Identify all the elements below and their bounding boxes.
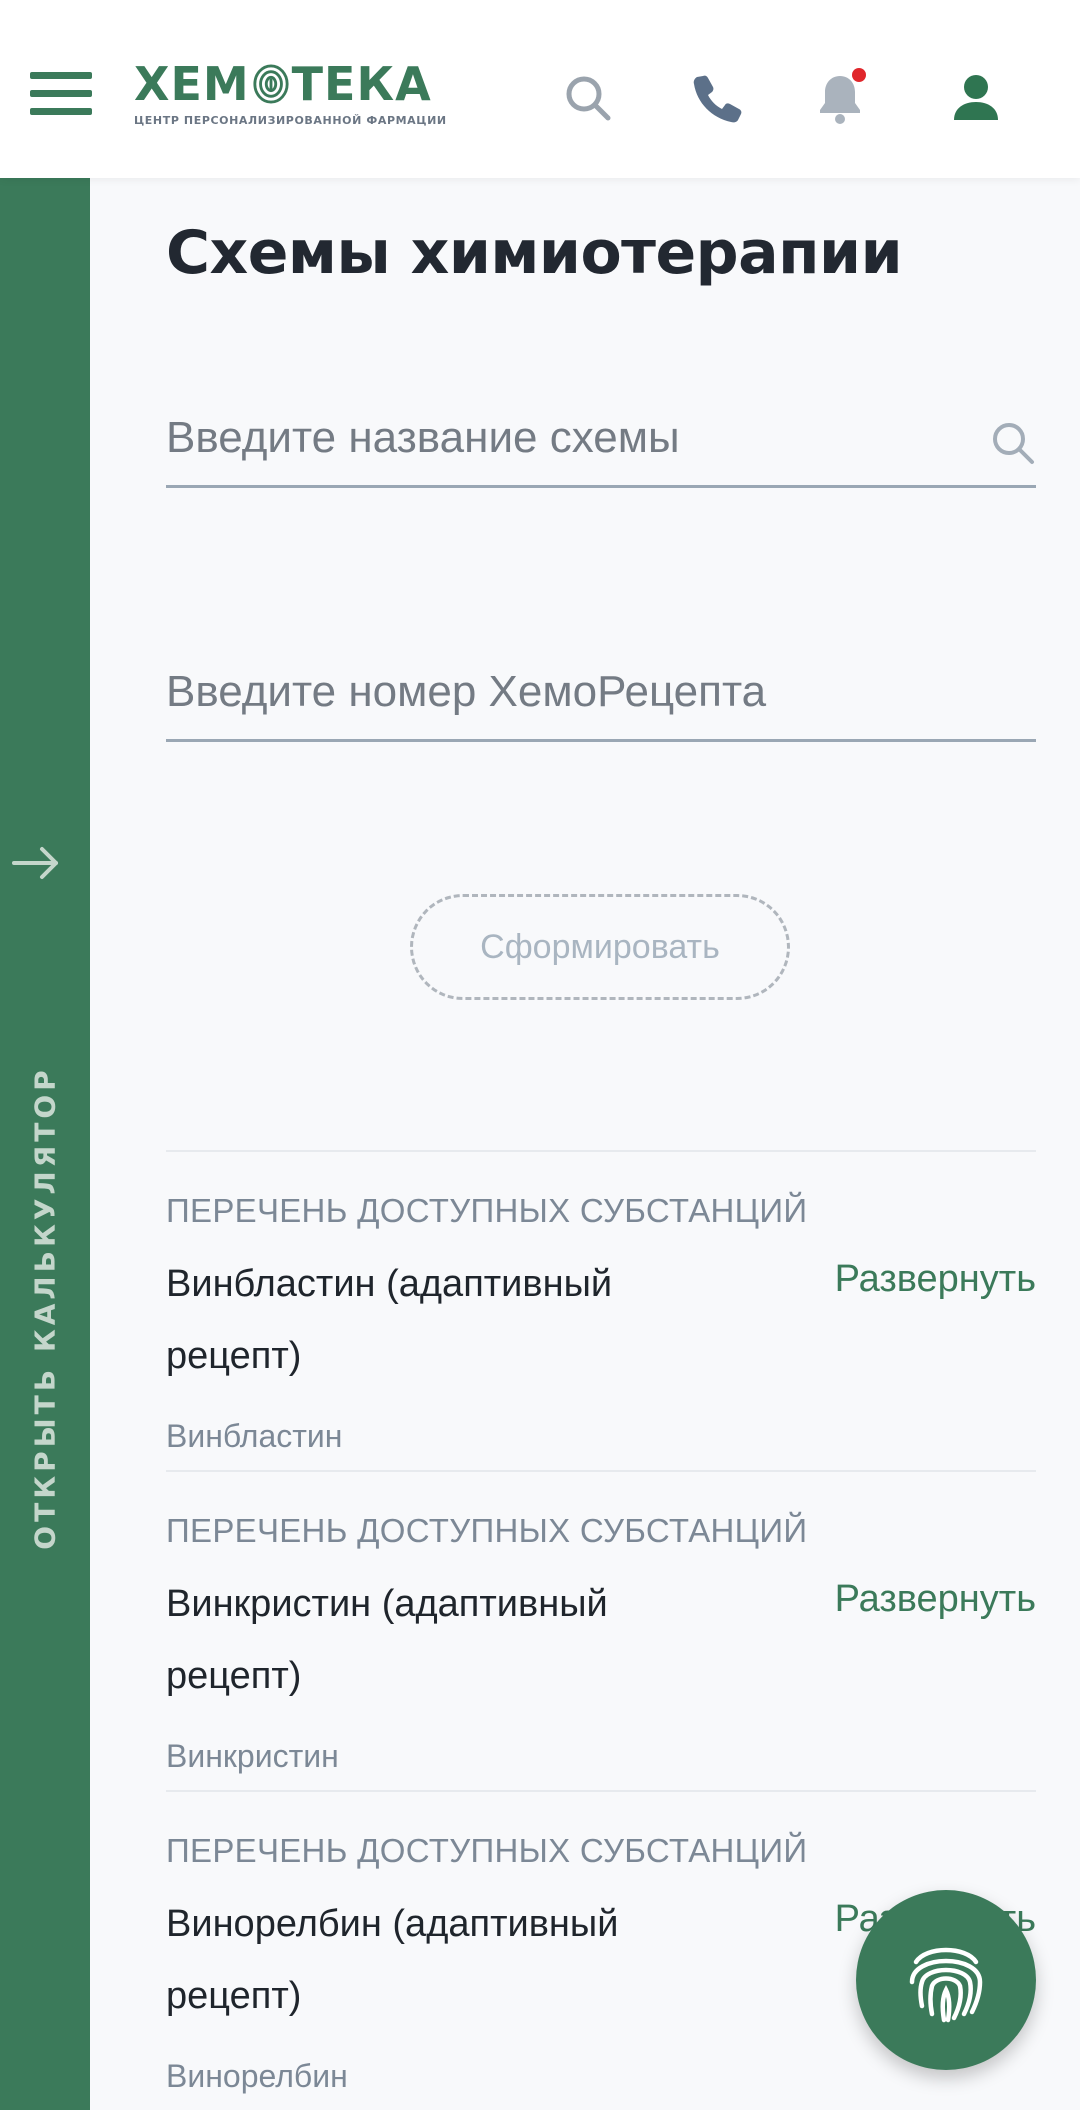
bell-icon[interactable] xyxy=(812,68,868,126)
notification-dot xyxy=(852,68,866,82)
open-calculator-label: ОТКРЫТЬ КАЛЬКУЛЯТОР xyxy=(28,1066,62,1550)
list-item: ПЕРЕЧЕНЬ ДОСТУПНЫХ СУБСТАНЦИЙ Винбластин… xyxy=(166,1150,1036,1470)
recipe-number-field xyxy=(166,652,1036,742)
page-title: Схемы химиотерапии xyxy=(166,218,903,288)
expand-link[interactable]: Развернуть xyxy=(835,1258,1036,1301)
item-substance: Винбластин xyxy=(166,1418,343,1454)
scheme-search-field xyxy=(166,398,1036,488)
item-substance: Винкристин xyxy=(166,1738,339,1774)
item-title: Винорелбин (адаптивный рецепт) xyxy=(166,1903,619,2017)
list-item: ПЕРЕЧЕНЬ ДОСТУПНЫХ СУБСТАНЦИЙ Винкристин… xyxy=(166,1470,1036,1790)
fingerprint-icon xyxy=(909,1947,983,2023)
logo-fingerprint-icon xyxy=(253,64,289,104)
logo-subtitle: ЦЕНТР ПЕРСОНАЛИЗИРОВАННОЙ ФАРМАЦИИ xyxy=(134,114,447,127)
generate-button[interactable]: Сформировать xyxy=(410,894,790,1000)
logo-text: ХЕМ ТЕКА xyxy=(134,60,447,108)
item-category: ПЕРЕЧЕНЬ ДОСТУПНЫХ СУБСТАНЦИЙ xyxy=(166,1512,808,1549)
item-category: ПЕРЕЧЕНЬ ДОСТУПНЫХ СУБСТАНЦИЙ xyxy=(166,1832,808,1869)
expand-link[interactable]: Развернуть xyxy=(835,1578,1036,1621)
logo-text-part2: ТЕКА xyxy=(291,57,432,111)
fingerprint-button[interactable] xyxy=(856,1890,1036,2070)
item-title: Винбластин (адаптивный рецепт) xyxy=(166,1263,613,1377)
search-icon[interactable] xyxy=(990,420,1036,466)
phone-icon[interactable] xyxy=(688,70,744,126)
arrow-right-icon xyxy=(12,847,58,879)
search-icon[interactable] xyxy=(560,70,616,126)
scheme-search-input[interactable] xyxy=(166,408,966,468)
open-calculator-sidebar[interactable]: ОТКРЫТЬ КАЛЬКУЛЯТОР xyxy=(0,178,90,2110)
app-header: ХЕМ ТЕКА ЦЕНТР ПЕРСОНАЛИЗИРОВАННОЙ ФАРМА… xyxy=(0,0,1080,178)
user-icon[interactable] xyxy=(948,70,1004,126)
menu-icon[interactable] xyxy=(30,72,92,118)
logo-text-part1: ХЕМ xyxy=(134,57,250,111)
item-category: ПЕРЕЧЕНЬ ДОСТУПНЫХ СУБСТАНЦИЙ xyxy=(166,1192,808,1229)
item-substance: Винорелбин xyxy=(166,2058,348,2094)
logo[interactable]: ХЕМ ТЕКА ЦЕНТР ПЕРСОНАЛИЗИРОВАННОЙ ФАРМА… xyxy=(134,60,447,127)
item-title: Винкристин (адаптивный рецепт) xyxy=(166,1583,608,1697)
recipe-number-input[interactable] xyxy=(166,662,966,722)
